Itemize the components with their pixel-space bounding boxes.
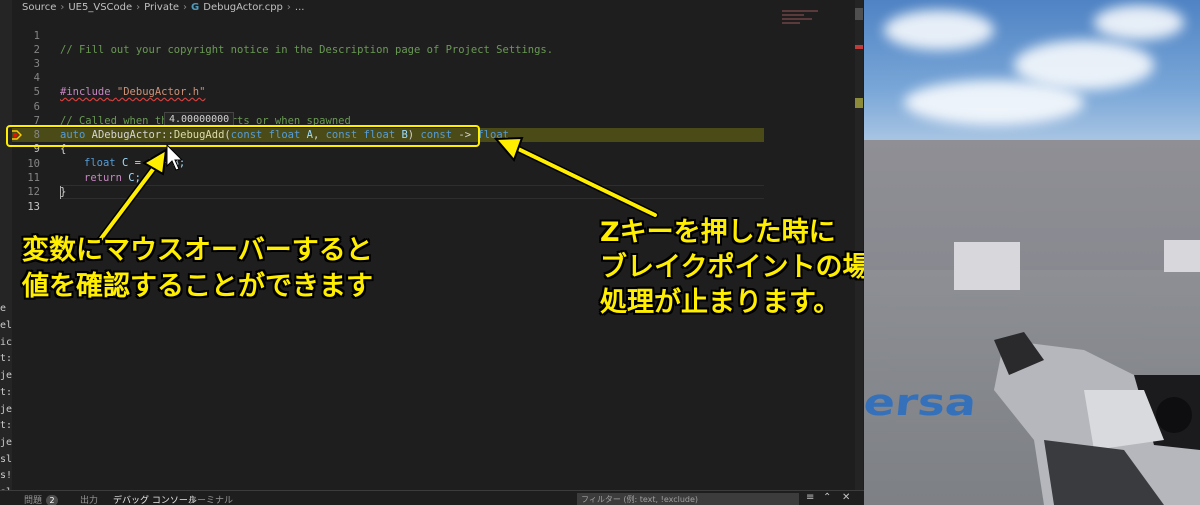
code-line-current[interactable]: 13 <box>12 186 772 213</box>
explorer-text-fragment: je <box>0 370 12 381</box>
game-wall <box>864 140 1200 280</box>
breadcrumb-item-private[interactable]: Private <box>144 2 179 13</box>
close-icon[interactable]: ✕ <box>842 492 850 503</box>
explorer-text-fragment: ic <box>0 337 12 348</box>
breadcrumb-item-symbols[interactable]: ... <box>295 2 305 13</box>
weapon-model <box>994 332 1200 505</box>
explorer-text-fragment: s! <box>0 470 12 481</box>
mouse-cursor-icon <box>166 144 184 171</box>
code-line[interactable]: 5 <box>12 71 772 98</box>
explorer-text-fragment: e <box>0 303 7 314</box>
explorer-text-fragment: je <box>0 404 12 415</box>
cpp-file-icon: G <box>191 1 200 13</box>
explorer-text-fragment: je <box>0 437 12 448</box>
code-line[interactable]: 7 auto ADebugActor::DebugAdd(const float… <box>12 100 772 141</box>
explorer-text-fragment: sl <box>0 454 12 465</box>
text-cursor <box>60 186 61 199</box>
annotation-line: 値を確認することができます <box>22 271 373 302</box>
floor-text: ersa <box>864 380 979 424</box>
annotation-line: 変数にマウスオーバーすると <box>22 235 373 266</box>
code-line[interactable]: 4 #include "DebugActor.h" <box>12 57 772 98</box>
explorer-text-fragment: el <box>0 320 12 331</box>
problems-count-badge: 2 <box>46 495 59 505</box>
breadcrumb: Source › UE5_VSCode › Private › G DebugA… <box>22 0 304 14</box>
breadcrumb-item-file[interactable]: DebugActor.cpp <box>203 2 283 13</box>
bottom-panel-tabs: 問題 2 出力 デバッグ コンソール ターミナル フィルター (例: text, … <box>0 490 864 505</box>
chevron-right-icon: › <box>60 1 65 13</box>
clear-console-icon[interactable]: ≡ <box>806 492 814 503</box>
explorer-text-fragment: t: <box>0 353 12 364</box>
chevron-right-icon: › <box>286 1 291 13</box>
debug-console-filter-input[interactable]: フィルター (例: text, !exclude) <box>577 493 799 505</box>
code-line[interactable]: 11 } <box>12 157 772 198</box>
tab-terminal[interactable]: ターミナル <box>188 493 233 505</box>
game-cube <box>954 242 1020 290</box>
code-line[interactable]: 3 <box>12 43 772 70</box>
code-line[interactable]: 1 // Fill out your copyright notice in t… <box>12 15 772 56</box>
chevron-right-icon: › <box>183 1 188 13</box>
tab-debug-console[interactable]: デバッグ コンソール <box>113 493 197 505</box>
code-line[interactable]: 6 // Called when the game starts or when… <box>12 86 772 127</box>
highlight-frame <box>6 125 480 147</box>
tab-problems[interactable]: 問題 2 <box>24 493 59 505</box>
code-line[interactable]: 2 <box>12 29 772 56</box>
tab-output[interactable]: 出力 <box>80 493 98 505</box>
breadcrumb-item-project[interactable]: UE5_VSCode <box>68 2 132 13</box>
line-number[interactable]: 13 <box>12 200 40 214</box>
tab-problems-label: 問題 <box>24 496 43 505</box>
chevron-up-icon[interactable]: ⌃ <box>823 492 831 503</box>
explorer-text-fragment: t: <box>0 387 12 398</box>
minimap[interactable] <box>782 10 822 40</box>
code-line[interactable]: 12 <box>12 171 772 198</box>
annotation-hover-tip: 変数にマウスオーバーすると 値を確認することができます <box>22 233 373 305</box>
explorer-panel-clipped: e el ic t: je t: je t: je sl s! sl <box>0 0 12 505</box>
chevron-right-icon: › <box>136 1 141 13</box>
explorer-text-fragment: t: <box>0 420 12 431</box>
breadcrumb-item-source[interactable]: Source <box>22 2 56 13</box>
game-cube <box>1164 240 1200 272</box>
game-viewport[interactable]: ersa <box>864 0 1200 505</box>
